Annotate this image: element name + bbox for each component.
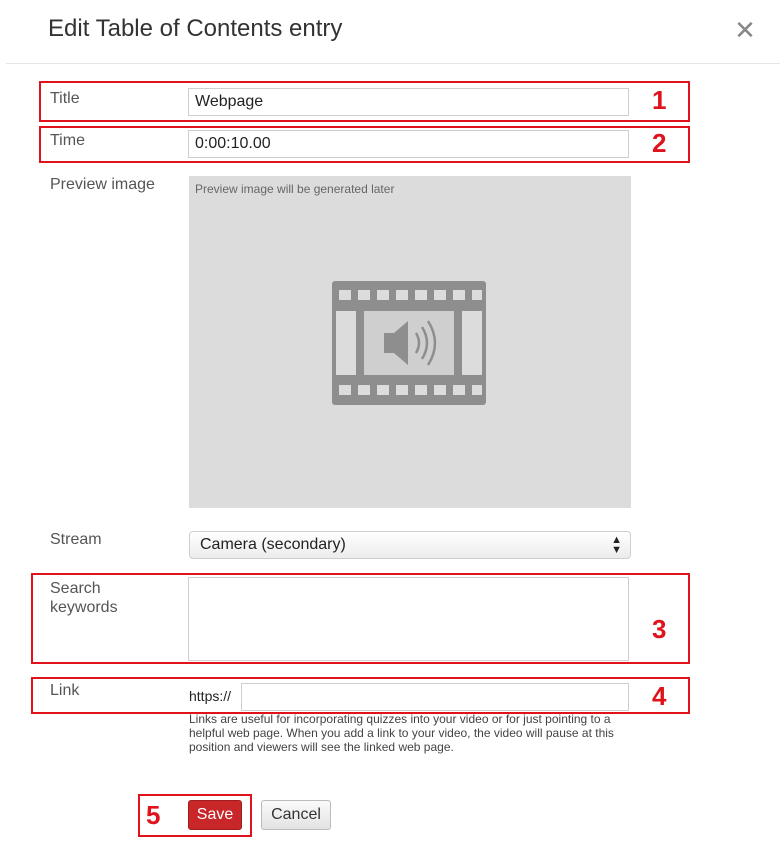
link-help-text: Links are useful for incorporating quizz…	[189, 712, 614, 754]
stream-label: Stream	[50, 531, 102, 548]
cancel-button[interactable]: Cancel	[261, 800, 331, 830]
annotation-number-2: 2	[652, 128, 667, 158]
annotation-number-5: 5	[146, 800, 161, 830]
close-icon[interactable]: ✕	[733, 17, 757, 43]
preview-image-placeholder: Preview image will be generated later	[195, 182, 395, 196]
stream-select-value: Camera (secondary)	[200, 536, 346, 553]
video-audio-filmstrip-icon	[332, 281, 486, 405]
title-input-value: Webpage	[195, 93, 264, 110]
stream-select[interactable]: Camera (secondary) ▲ ▼	[189, 531, 631, 559]
search-keywords-label: Search keywords	[50, 580, 118, 616]
time-input[interactable]: 0:00:10.00	[188, 130, 629, 158]
time-input-value: 0:00:10.00	[195, 135, 271, 152]
link-input[interactable]	[241, 683, 629, 711]
select-arrows-icon: ▲ ▼	[611, 534, 622, 556]
title-label: Title	[50, 90, 80, 107]
link-label: Link	[50, 682, 80, 699]
preview-image-label: Preview image	[50, 176, 155, 193]
search-keywords-textarea[interactable]	[188, 577, 629, 661]
link-prefix: https://	[189, 688, 232, 704]
save-button[interactable]: Save	[188, 800, 242, 830]
annotation-number-3: 3	[652, 614, 667, 644]
dialog-title: Edit Table of Contents entry	[48, 15, 343, 42]
header-divider	[6, 63, 780, 64]
annotation-number-1: 1	[652, 85, 667, 115]
time-label: Time	[50, 132, 85, 149]
title-input[interactable]: Webpage	[188, 88, 629, 116]
annotation-number-4: 4	[652, 681, 667, 711]
